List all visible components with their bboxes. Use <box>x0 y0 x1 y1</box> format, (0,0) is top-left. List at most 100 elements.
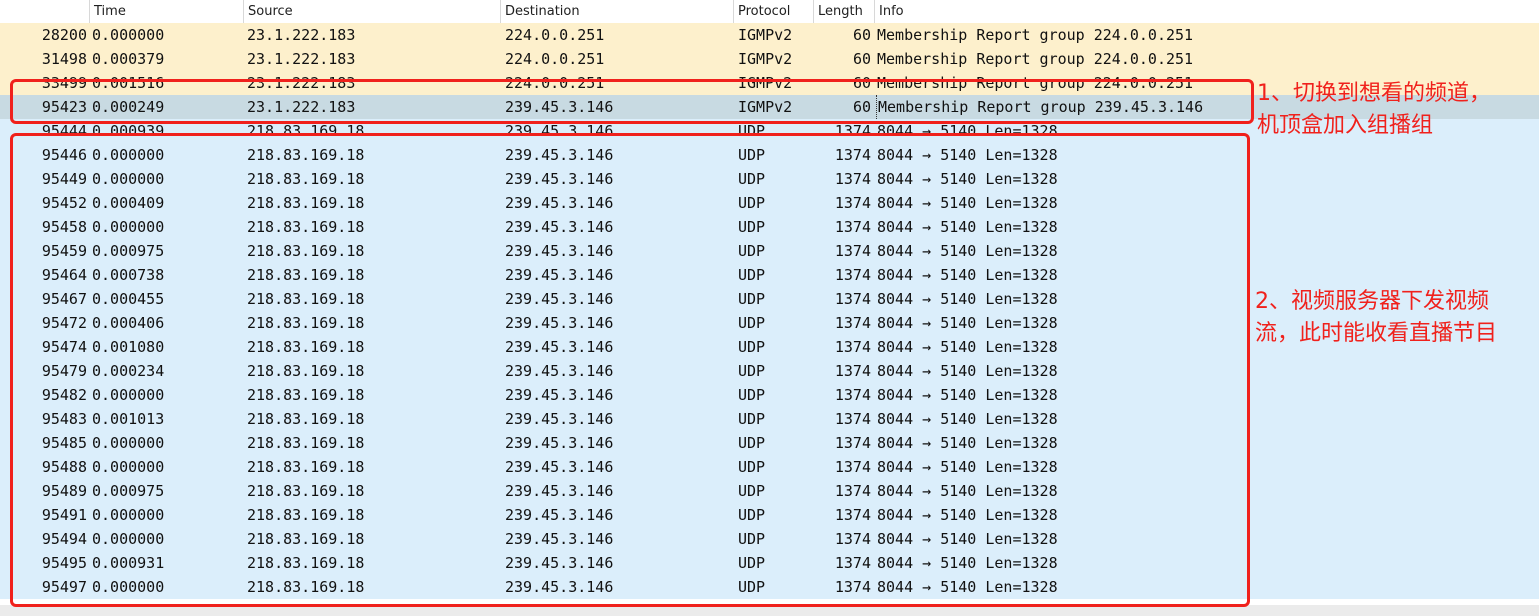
packet-destination: 239.45.3.146 <box>505 266 614 284</box>
packet-no: 95488 <box>41 458 87 476</box>
packet-row[interactable]: 95452 0.000409 218.83.169.18 239.45.3.146 UD… <box>0 191 1539 215</box>
packet-length: 1374 <box>834 290 871 308</box>
packet-time: 0.001516 <box>92 74 165 92</box>
packet-info: 8044 → 5140 Len=1328 <box>877 242 1058 260</box>
packet-source: 23.1.222.183 <box>247 98 356 116</box>
packet-protocol: UDP <box>738 290 766 308</box>
packet-length: 1374 <box>834 146 871 164</box>
packet-no: 95483 <box>41 410 87 428</box>
packet-no: 95444 <box>41 122 87 140</box>
packet-no: 95479 <box>41 362 87 380</box>
packet-info: 8044 → 5140 Len=1328 <box>877 194 1058 212</box>
packet-protocol: UDP <box>738 242 766 260</box>
packet-length: 1374 <box>834 578 871 596</box>
packet-source: 218.83.169.18 <box>247 146 365 164</box>
packet-info: 8044 → 5140 Len=1328 <box>877 458 1058 476</box>
packet-no: 95446 <box>41 146 87 164</box>
packet-source: 218.83.169.18 <box>247 194 365 212</box>
packet-time: 0.000379 <box>92 50 165 68</box>
column-header-source[interactable]: Source <box>243 0 500 23</box>
packet-row[interactable]: 95494 0.000000 218.83.169.18 239.45.3.146 UD… <box>0 527 1539 551</box>
packet-length: 1374 <box>834 266 871 284</box>
packet-source: 218.83.169.18 <box>247 122 365 140</box>
packet-info: Membership Report group 224.0.0.251 <box>877 74 1194 92</box>
packet-info: 8044 → 5140 Len=1328 <box>877 218 1058 236</box>
packet-length: 60 <box>852 98 871 116</box>
packet-destination: 239.45.3.146 <box>505 554 614 572</box>
packet-row[interactable]: 95458 0.000000 218.83.169.18 239.45.3.146 UD… <box>0 215 1539 239</box>
packet-row[interactable]: 95489 0.000975 218.83.169.18 239.45.3.146 UD… <box>0 479 1539 503</box>
packet-time: 0.000406 <box>92 314 165 332</box>
packet-source: 218.83.169.18 <box>247 506 365 524</box>
packet-length: 1374 <box>834 122 871 140</box>
packet-destination: 239.45.3.146 <box>505 146 614 164</box>
packet-destination: 239.45.3.146 <box>505 314 614 332</box>
packet-info: Membership Report group 224.0.0.251 <box>877 50 1194 68</box>
packet-length: 1374 <box>834 362 871 380</box>
packet-protocol: UDP <box>738 266 766 284</box>
packet-info: 8044 → 5140 Len=1328 <box>877 266 1058 284</box>
packet-source: 23.1.222.183 <box>247 50 356 68</box>
packet-row[interactable]: 95483 0.001013 218.83.169.18 239.45.3.146 UD… <box>0 407 1539 431</box>
packet-source: 218.83.169.18 <box>247 266 365 284</box>
packet-info: 8044 → 5140 Len=1328 <box>877 290 1058 308</box>
packet-row[interactable]: 95485 0.000000 218.83.169.18 239.45.3.146 UD… <box>0 431 1539 455</box>
packet-info: 8044 → 5140 Len=1328 <box>877 530 1058 548</box>
packet-time: 0.000000 <box>92 530 165 548</box>
packet-row[interactable]: 31498 0.000379 23.1.222.183 224.0.0.251 IGMP… <box>0 47 1539 71</box>
packet-source: 218.83.169.18 <box>247 170 365 188</box>
column-header-no[interactable] <box>0 0 89 23</box>
horizontal-scrollbar[interactable] <box>0 605 1539 616</box>
packet-destination: 239.45.3.146 <box>505 290 614 308</box>
packet-row[interactable]: 95491 0.000000 218.83.169.18 239.45.3.146 UD… <box>0 503 1539 527</box>
packet-length: 1374 <box>834 434 871 452</box>
packet-source: 218.83.169.18 <box>247 482 365 500</box>
packet-length: 1374 <box>834 458 871 476</box>
column-header-info[interactable]: Info <box>874 0 1539 23</box>
packet-row[interactable]: 95479 0.000234 218.83.169.18 239.45.3.146 UD… <box>0 359 1539 383</box>
packet-length: 1374 <box>834 530 871 548</box>
column-header-length[interactable]: Length <box>813 0 874 23</box>
column-header-time[interactable]: Time <box>89 0 243 23</box>
packet-source: 218.83.169.18 <box>247 410 365 428</box>
packet-row[interactable]: 95488 0.000000 218.83.169.18 239.45.3.146 UD… <box>0 455 1539 479</box>
packet-info: Membership Report group 239.45.3.146 <box>876 95 1203 119</box>
column-header-protocol[interactable]: Protocol <box>733 0 813 23</box>
packet-source: 23.1.222.183 <box>247 74 356 92</box>
packet-row[interactable]: 95464 0.000738 218.83.169.18 239.45.3.146 UD… <box>0 263 1539 287</box>
packet-row[interactable]: 95497 0.000000 218.83.169.18 239.45.3.146 UD… <box>0 575 1539 599</box>
packet-destination: 239.45.3.146 <box>505 218 614 236</box>
packet-row[interactable]: 95459 0.000975 218.83.169.18 239.45.3.146 UD… <box>0 239 1539 263</box>
packet-no: 95472 <box>41 314 87 332</box>
packet-protocol: UDP <box>738 170 766 188</box>
packet-source: 218.83.169.18 <box>247 290 365 308</box>
packet-row[interactable]: 95495 0.000931 218.83.169.18 239.45.3.146 UD… <box>0 551 1539 575</box>
packet-row[interactable]: 28200 0.000000 23.1.222.183 224.0.0.251 IGMP… <box>0 23 1539 47</box>
packet-time: 0.000000 <box>92 386 165 404</box>
column-header-destination[interactable]: Destination <box>500 0 733 23</box>
packet-protocol: UDP <box>738 314 766 332</box>
packet-info: 8044 → 5140 Len=1328 <box>877 434 1058 452</box>
packet-length: 1374 <box>834 554 871 572</box>
packet-info: 8044 → 5140 Len=1328 <box>877 554 1058 572</box>
packet-protocol: UDP <box>738 578 766 596</box>
packet-time: 0.000000 <box>92 506 165 524</box>
packet-time: 0.000000 <box>92 26 165 44</box>
packet-no: 95494 <box>41 530 87 548</box>
packet-time: 0.001080 <box>92 338 165 356</box>
packet-protocol: UDP <box>738 554 766 572</box>
packet-length: 1374 <box>834 506 871 524</box>
packet-source: 218.83.169.18 <box>247 338 365 356</box>
packet-protocol: IGMPv2 <box>738 74 793 92</box>
packet-destination: 239.45.3.146 <box>505 98 614 116</box>
packet-no: 95464 <box>41 266 87 284</box>
packet-no: 95491 <box>41 506 87 524</box>
packet-row[interactable]: 95482 0.000000 218.83.169.18 239.45.3.146 UD… <box>0 383 1539 407</box>
packet-destination: 239.45.3.146 <box>505 530 614 548</box>
packet-row[interactable]: 95449 0.000000 218.83.169.18 239.45.3.146 UD… <box>0 167 1539 191</box>
packet-time: 0.000000 <box>92 458 165 476</box>
packet-row[interactable]: 95446 0.000000 218.83.169.18 239.45.3.146 UD… <box>0 143 1539 167</box>
packet-length: 60 <box>852 26 871 44</box>
packet-destination: 239.45.3.146 <box>505 362 614 380</box>
packet-length: 1374 <box>834 338 871 356</box>
